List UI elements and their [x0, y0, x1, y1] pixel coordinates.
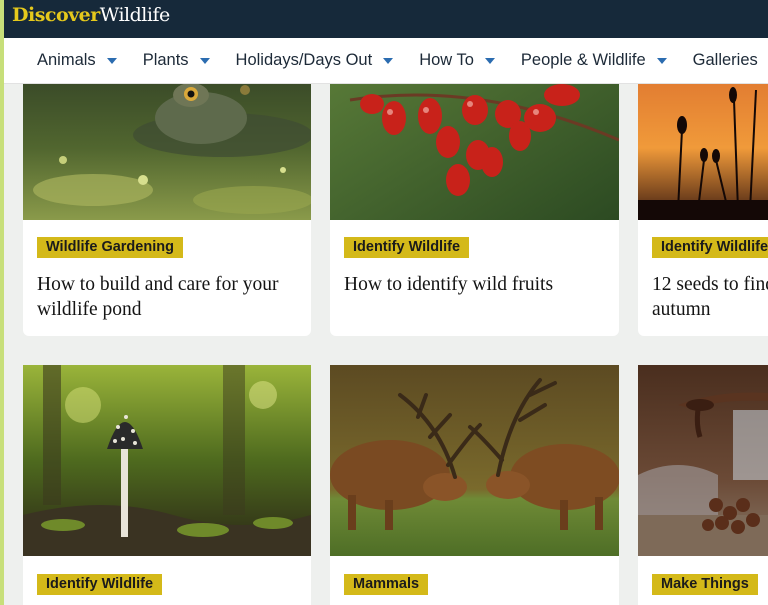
chevron-down-icon: [106, 57, 117, 64]
category-badge[interactable]: Identify Wildlife: [344, 237, 470, 258]
nav-item-label: Plants: [142, 51, 189, 69]
page-edge-accent: [0, 0, 4, 605]
article-card[interactable]: Identify Wildlife 12 seeds to find this …: [638, 40, 768, 336]
category-badge[interactable]: Identify Wildlife: [37, 574, 163, 595]
nav-item-how-to[interactable]: How To: [419, 51, 495, 70]
rutting-deer-image: [330, 365, 619, 556]
chevron-down-icon: [656, 57, 667, 64]
article-title[interactable]: How to identify wild fruits: [344, 272, 607, 297]
site-logo[interactable]: DiscoverWildlife: [12, 4, 170, 26]
nav-item-holidays[interactable]: Holidays/Days Out: [236, 51, 394, 70]
article-title[interactable]: 12 seeds to find this autumn: [652, 272, 768, 322]
chevron-down-icon: [484, 57, 495, 64]
category-badge[interactable]: Identify Wildlife: [652, 237, 768, 258]
nav-item-galleries[interactable]: Galleries: [693, 51, 758, 70]
chevron-down-icon: [199, 57, 210, 64]
category-badge[interactable]: Mammals: [344, 574, 429, 595]
article-card[interactable]: Wildlife Gardening How to build and care…: [23, 40, 311, 336]
article-card[interactable]: Make Things: [638, 365, 768, 605]
article-title[interactable]: How to build and care for your wildlife …: [37, 272, 299, 322]
article-card[interactable]: Identify Wildlife: [23, 365, 311, 605]
article-card[interactable]: Mammals: [330, 365, 619, 605]
site-header: DiscoverWildlife: [0, 0, 768, 38]
nav-item-people-wildlife[interactable]: People & Wildlife: [521, 51, 667, 70]
nav-item-label: Animals: [37, 51, 96, 69]
nav-item-plants[interactable]: Plants: [143, 51, 210, 70]
nav-item-animals[interactable]: Animals: [37, 51, 117, 70]
main-nav: Animals Plants Holidays/Days Out How To …: [0, 38, 768, 84]
article-card[interactable]: Identify Wildlife How to identify wild f…: [330, 40, 619, 336]
category-badge[interactable]: Wildlife Gardening: [37, 237, 183, 258]
chocolate-hazelnuts-image: [638, 365, 768, 556]
inkcap-mushroom-image: [23, 365, 311, 556]
nav-item-label: Galleries: [692, 51, 758, 69]
category-badge[interactable]: Make Things: [652, 574, 758, 595]
nav-item-label: People & Wildlife: [520, 51, 646, 69]
nav-item-label: Holidays/Days Out: [235, 51, 373, 69]
nav-item-label: How To: [419, 51, 474, 69]
chevron-down-icon: [383, 57, 394, 64]
